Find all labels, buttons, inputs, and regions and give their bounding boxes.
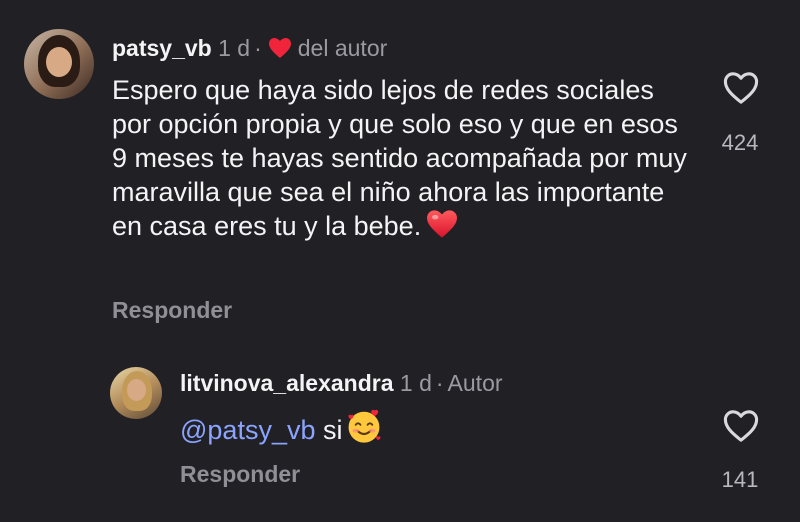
like-count: 141	[721, 467, 759, 492]
avatar-face	[127, 379, 146, 401]
comment-text: Espero que haya sido lejos de redes soci…	[112, 73, 692, 247]
comment-age: 1 d	[218, 35, 251, 61]
reply-text: @patsy_vb si	[180, 407, 383, 453]
like-count: 424	[721, 130, 759, 155]
avatar[interactable]	[24, 29, 94, 99]
red-heart-emoji	[425, 209, 459, 247]
liked-by-author-label: del autor	[297, 35, 388, 61]
mention-link[interactable]: @patsy_vb	[180, 415, 315, 445]
author-badge: Autor	[447, 370, 503, 396]
heart-outline-icon[interactable]	[722, 71, 760, 110]
reply-button[interactable]: Responder	[180, 461, 300, 488]
reply-avatar[interactable]	[110, 367, 162, 419]
comment-username[interactable]: patsy_vb	[112, 35, 212, 61]
reply-username[interactable]: litvinova_alexandra	[180, 370, 394, 396]
heart-outline-icon[interactable]	[722, 409, 760, 448]
reply-text-content: si	[323, 415, 343, 445]
smiling-face-with-hearts-emoji	[345, 407, 383, 453]
meta-separator: ·	[435, 370, 444, 396]
comment-text-content: Espero que haya sido lejos de redes soci…	[112, 75, 687, 241]
reply-meta: litvinova_alexandra 1 d · Autor	[180, 369, 503, 397]
red-heart-icon	[268, 37, 292, 65]
comment-meta: patsy_vb 1 d · del autor	[112, 34, 387, 65]
meta-separator: ·	[254, 35, 262, 61]
reply-button[interactable]: Responder	[112, 297, 232, 324]
reply-age: 1 d	[399, 370, 432, 396]
avatar-face	[46, 47, 72, 77]
